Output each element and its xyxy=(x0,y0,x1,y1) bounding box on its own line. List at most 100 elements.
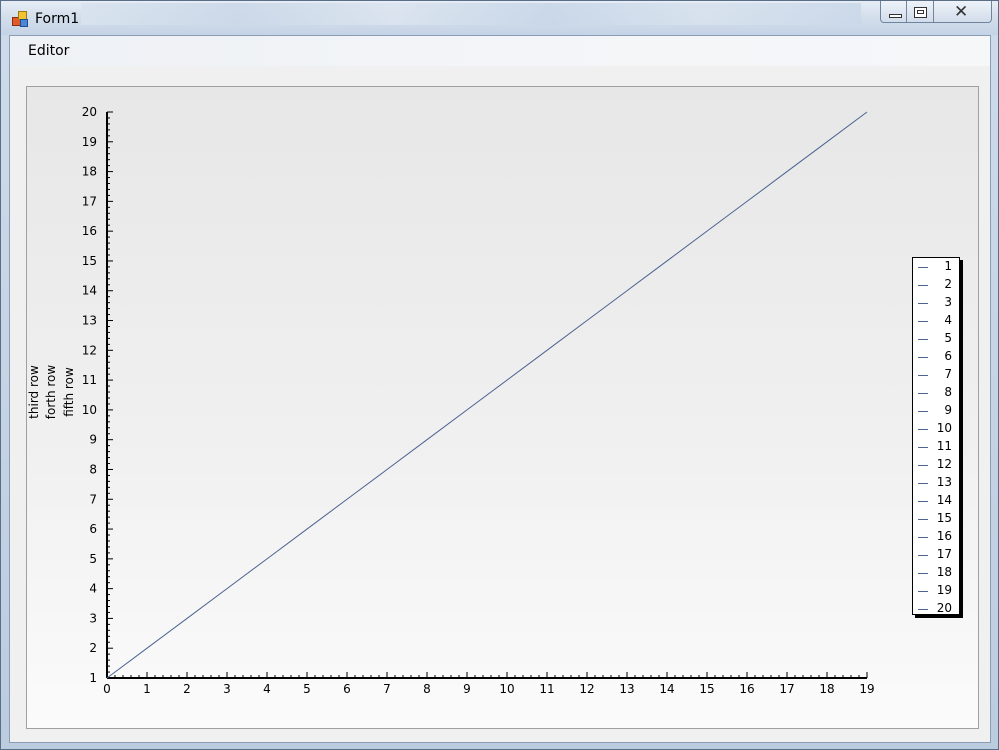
menu-bar: Editor xyxy=(10,36,990,66)
legend-item: 13 xyxy=(913,474,959,492)
legend-swatch xyxy=(918,321,928,322)
legend-label: 7 xyxy=(944,367,952,381)
x-tick-label: 15 xyxy=(699,682,714,696)
legend-item: 8 xyxy=(913,384,959,402)
legend-swatch xyxy=(918,591,928,592)
y-tick-label: 18 xyxy=(82,165,97,179)
legend-label: 19 xyxy=(936,583,952,597)
legend-item: 18 xyxy=(913,564,959,582)
legend-item: 16 xyxy=(913,528,959,546)
legend-swatch xyxy=(918,393,928,394)
legend-label: 16 xyxy=(936,529,952,543)
y-tick-label: 14 xyxy=(82,284,97,298)
legend-swatch xyxy=(918,357,928,358)
y-tick-label: 9 xyxy=(89,433,97,447)
y-tick-label: 7 xyxy=(89,492,97,506)
legend-swatch xyxy=(918,555,928,556)
legend-swatch xyxy=(918,303,928,304)
x-tick-label: 17 xyxy=(779,682,794,696)
x-tick-label: 2 xyxy=(183,682,191,696)
legend-swatch xyxy=(918,447,928,448)
y-tick-label: 16 xyxy=(82,224,97,238)
y-tick-label: 4 xyxy=(89,582,97,596)
legend-item: 11 xyxy=(913,438,959,456)
y-tick-label: 12 xyxy=(82,343,97,357)
legend-label: 8 xyxy=(944,385,952,399)
legend-item: 3 xyxy=(913,294,959,312)
legend-item: 9 xyxy=(913,402,959,420)
series-line xyxy=(106,111,868,679)
y-tick-label: 6 xyxy=(89,522,97,536)
y-tick-label: 5 xyxy=(89,552,97,566)
y-tick-label: 17 xyxy=(82,194,97,208)
legend-item: 10 xyxy=(913,420,959,438)
client-area: Editor 0 1 2 3 4 5 6 7 8 9 10 11 12 13 14 15 16 17 18 19 1 2 3… xyxy=(9,35,991,743)
legend-swatch xyxy=(918,483,928,484)
title-bar[interactable]: Form1 ✕ xyxy=(1,1,998,35)
close-icon: ✕ xyxy=(954,2,969,22)
y-tick-label: 10 xyxy=(82,403,97,417)
main-window: Form1 ✕ Editor 0 1 2 3 4 5 6 7 8 9 10 11 12 13 14 15 16 1… xyxy=(0,0,999,750)
y-tick-label: 20 xyxy=(82,105,97,119)
legend-label: 9 xyxy=(944,403,952,417)
x-tick-label: 6 xyxy=(343,682,351,696)
legend-item: 4 xyxy=(913,312,959,330)
x-tick-label: 5 xyxy=(303,682,311,696)
caption-buttons: ✕ xyxy=(880,1,992,23)
legend-swatch xyxy=(918,339,928,340)
y-tick-label: 15 xyxy=(82,254,97,268)
legend-label: 20 xyxy=(936,601,952,615)
chart-legend: 1 2 3 4 5 6 7 8 9 10 11 12 13 14 15 16 17 18 19 20 xyxy=(912,257,960,615)
line-chart: 0 1 2 3 4 5 6 7 8 9 10 11 12 13 14 15 16 17 18 191234567891… xyxy=(27,105,875,696)
legend-item: 5 xyxy=(913,330,959,348)
legend-swatch xyxy=(918,519,928,520)
legend-swatch xyxy=(918,609,928,610)
maximize-button[interactable] xyxy=(907,1,934,23)
legend-item: 12 xyxy=(913,456,959,474)
restore-icon xyxy=(914,7,927,18)
legend-item: 14 xyxy=(913,492,959,510)
legend-label: 18 xyxy=(936,565,952,579)
y-tick-label: 8 xyxy=(89,462,97,476)
close-button[interactable]: ✕ xyxy=(934,1,992,23)
legend-swatch xyxy=(918,375,928,376)
x-tick-label: 18 xyxy=(819,682,834,696)
y-tick-label: 13 xyxy=(82,314,97,328)
legend-label: 1 xyxy=(944,259,952,273)
x-tick-label: 11 xyxy=(539,682,554,696)
x-tick-label: 13 xyxy=(619,682,634,696)
blurred-background-strip xyxy=(81,3,861,25)
legend-item: 15 xyxy=(913,510,959,528)
y-tick-label: 1 xyxy=(89,671,97,685)
legend-swatch xyxy=(918,573,928,574)
y-axis-label-line: third row xyxy=(27,365,41,419)
legend-swatch xyxy=(918,501,928,502)
chart-panel: 0 1 2 3 4 5 6 7 8 9 10 11 12 13 14 15 16 17 18 19 1 2 3 4 5 6 7 8 9 1… xyxy=(26,86,979,729)
x-tick-label: 1 xyxy=(143,682,151,696)
legend-label: 10 xyxy=(936,421,952,435)
legend-label: 3 xyxy=(944,295,952,309)
legend-item: 17 xyxy=(913,546,959,564)
menu-item-editor[interactable]: Editor xyxy=(22,43,75,59)
legend-label: 5 xyxy=(944,331,952,345)
legend-swatch xyxy=(918,465,928,466)
x-tick-label: 12 xyxy=(579,682,594,696)
window-title: Form1 xyxy=(35,11,80,27)
y-tick-label: 11 xyxy=(82,373,97,387)
x-tick-label: 3 xyxy=(223,682,231,696)
y-axis-label-line: fifth row xyxy=(62,367,76,417)
x-tick-label: 7 xyxy=(383,682,391,696)
minimize-button[interactable] xyxy=(880,1,907,23)
legend-label: 13 xyxy=(936,475,952,489)
legend-item: 20 xyxy=(913,600,959,618)
legend-item: 1 xyxy=(913,258,959,276)
app-icon[interactable] xyxy=(12,11,28,27)
legend-label: 4 xyxy=(944,313,952,327)
legend-label: 15 xyxy=(936,511,952,525)
x-tick-label: 16 xyxy=(739,682,754,696)
x-tick-label: 19 xyxy=(859,682,874,696)
legend-swatch xyxy=(918,537,928,538)
legend-label: 11 xyxy=(936,439,952,453)
y-tick-label: 2 xyxy=(89,641,97,655)
legend-swatch xyxy=(918,429,928,430)
